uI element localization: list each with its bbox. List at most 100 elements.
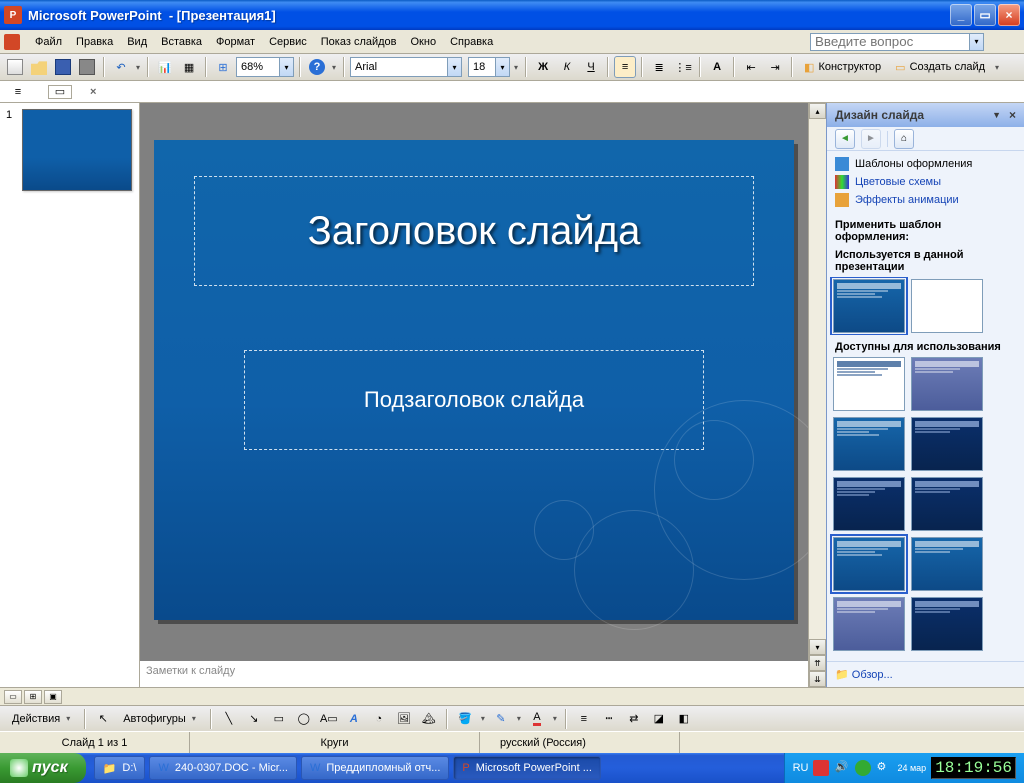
- slideshow-view-button[interactable]: ▣: [44, 690, 62, 704]
- tray-icon-1[interactable]: [813, 760, 829, 776]
- numbered-list-button[interactable]: ≣: [648, 56, 670, 78]
- tray-icon-3[interactable]: [855, 760, 871, 776]
- taskbar-item-2[interactable]: W240-0307.DOC - Micr...: [149, 756, 296, 780]
- color-schemes-link[interactable]: Цветовые схемы: [835, 175, 1016, 189]
- sorter-view-button[interactable]: ⊞: [24, 690, 42, 704]
- menu-insert[interactable]: Вставка: [154, 33, 209, 51]
- line-button[interactable]: ╲: [218, 708, 240, 730]
- slide-design-button[interactable]: ◧Конструктор: [798, 56, 887, 78]
- zoom-input[interactable]: [237, 61, 279, 73]
- diagram-button[interactable]: ◔: [368, 708, 390, 730]
- status-language[interactable]: русский (Россия): [480, 732, 680, 753]
- fill-color-button[interactable]: 🪣: [454, 708, 476, 730]
- template-9[interactable]: [833, 597, 905, 651]
- save-button[interactable]: [52, 56, 74, 78]
- print-button[interactable]: [76, 56, 98, 78]
- rectangle-button[interactable]: ▭: [268, 708, 290, 730]
- help-button[interactable]: ?: [306, 56, 328, 78]
- new-slide-button[interactable]: ▭Создать слайд: [889, 56, 991, 78]
- template-10[interactable]: [911, 597, 983, 651]
- slide[interactable]: Заголовок слайда Подзаголовок слайда: [154, 140, 794, 620]
- help-ask-dropdown[interactable]: ▾: [970, 33, 984, 51]
- window-maximize-button[interactable]: ▭: [974, 4, 996, 26]
- tray-language[interactable]: RU: [793, 762, 809, 774]
- increase-indent-button[interactable]: ⇥: [764, 56, 786, 78]
- line-style-button[interactable]: ≡: [573, 708, 595, 730]
- tabs-close-button[interactable]: ×: [90, 86, 96, 98]
- template-used-1[interactable]: [833, 279, 905, 333]
- template-4[interactable]: [911, 417, 983, 471]
- scroll-up-button[interactable]: ▴: [809, 103, 826, 119]
- arrow-style-button[interactable]: ⇄: [623, 708, 645, 730]
- menu-file[interactable]: Файл: [28, 33, 69, 51]
- next-slide-button[interactable]: ⇊: [809, 671, 826, 687]
- tray-clock[interactable]: 18:19:56: [931, 757, 1016, 779]
- tray-date[interactable]: 24 мар: [897, 764, 926, 773]
- clipart-button[interactable]: 🖼: [393, 708, 415, 730]
- wordart-button[interactable]: A: [343, 708, 365, 730]
- thumbnail-preview[interactable]: [22, 109, 132, 191]
- menu-view[interactable]: Вид: [120, 33, 154, 51]
- textbox-button[interactable]: A▭: [318, 708, 340, 730]
- template-blank[interactable]: [911, 279, 983, 333]
- undo-button[interactable]: ↶: [110, 56, 132, 78]
- font-combo[interactable]: ▾: [350, 57, 462, 77]
- align-left-button[interactable]: ≡: [614, 56, 636, 78]
- window-close-button[interactable]: ×: [998, 4, 1020, 26]
- open-button[interactable]: [28, 56, 50, 78]
- toolbar-overflow[interactable]: ▾: [330, 63, 338, 72]
- template-7[interactable]: [833, 537, 905, 591]
- task-pane-home[interactable]: ⌂: [894, 129, 914, 149]
- tray-icon-4[interactable]: ⚙: [876, 760, 892, 776]
- menu-window[interactable]: Окно: [404, 33, 444, 51]
- menu-help[interactable]: Справка: [443, 33, 500, 51]
- grid-button[interactable]: ⊞: [212, 56, 234, 78]
- picture-button[interactable]: 🏔: [418, 708, 440, 730]
- template-6[interactable]: [911, 477, 983, 531]
- draw-actions-menu[interactable]: Действия ▾: [6, 708, 78, 730]
- taskbar-item-4[interactable]: PMicrosoft PowerPoint ...: [453, 756, 601, 780]
- font-size-input[interactable]: [469, 61, 495, 73]
- menu-tools[interactable]: Сервис: [262, 33, 314, 51]
- prev-slide-button[interactable]: ⇈: [809, 655, 826, 671]
- font-size-overflow[interactable]: ▾: [512, 63, 520, 72]
- decrease-indent-button[interactable]: ⇤: [740, 56, 762, 78]
- normal-view-button[interactable]: ▭: [4, 690, 22, 704]
- vertical-scrollbar[interactable]: ▴ ▾ ⇈ ⇊: [808, 103, 826, 687]
- italic-button[interactable]: К: [556, 56, 578, 78]
- 3d-button[interactable]: ◧: [673, 708, 695, 730]
- autoshapes-menu[interactable]: Автофигуры ▾: [117, 708, 204, 730]
- dash-style-button[interactable]: ┉: [598, 708, 620, 730]
- fill-color-dropdown[interactable]: ▾: [479, 714, 487, 723]
- font-color-button[interactable]: A: [526, 708, 548, 730]
- template-2[interactable]: [911, 357, 983, 411]
- template-3[interactable]: [833, 417, 905, 471]
- outline-tab[interactable]: ≡: [6, 85, 30, 99]
- scroll-track[interactable]: [809, 119, 826, 639]
- select-objects-button[interactable]: ↖: [92, 708, 114, 730]
- font-input[interactable]: [351, 61, 447, 73]
- increase-font-button[interactable]: A: [706, 56, 728, 78]
- bullet-list-button[interactable]: ⋮≡: [672, 56, 694, 78]
- thumbnail-1[interactable]: 1: [6, 109, 133, 191]
- menu-edit[interactable]: Правка: [69, 33, 120, 51]
- start-button[interactable]: пуск: [0, 753, 86, 783]
- design-templates-link[interactable]: Шаблоны оформления: [835, 157, 1016, 171]
- chart-button[interactable]: 📊: [154, 56, 176, 78]
- table-button[interactable]: ▦: [178, 56, 200, 78]
- zoom-dropdown[interactable]: ▾: [279, 58, 293, 76]
- template-8[interactable]: [911, 537, 983, 591]
- animation-schemes-link[interactable]: Эффекты анимации: [835, 193, 1016, 207]
- template-5[interactable]: [833, 477, 905, 531]
- tray-icon-2[interactable]: 🔊: [834, 760, 850, 776]
- subtitle-placeholder[interactable]: Подзаголовок слайда: [244, 350, 704, 450]
- slide-canvas[interactable]: Заголовок слайда Подзаголовок слайда: [140, 103, 808, 657]
- help-ask-input[interactable]: [810, 33, 970, 51]
- font-size-dropdown[interactable]: ▾: [495, 58, 509, 76]
- task-pane-menu[interactable]: ▼: [992, 110, 1001, 120]
- format-overflow[interactable]: ▾: [993, 63, 1001, 72]
- app-menu-icon[interactable]: [4, 34, 20, 50]
- menu-slideshow[interactable]: Показ слайдов: [314, 33, 404, 51]
- title-placeholder[interactable]: Заголовок слайда: [194, 176, 754, 286]
- oval-button[interactable]: ◯: [293, 708, 315, 730]
